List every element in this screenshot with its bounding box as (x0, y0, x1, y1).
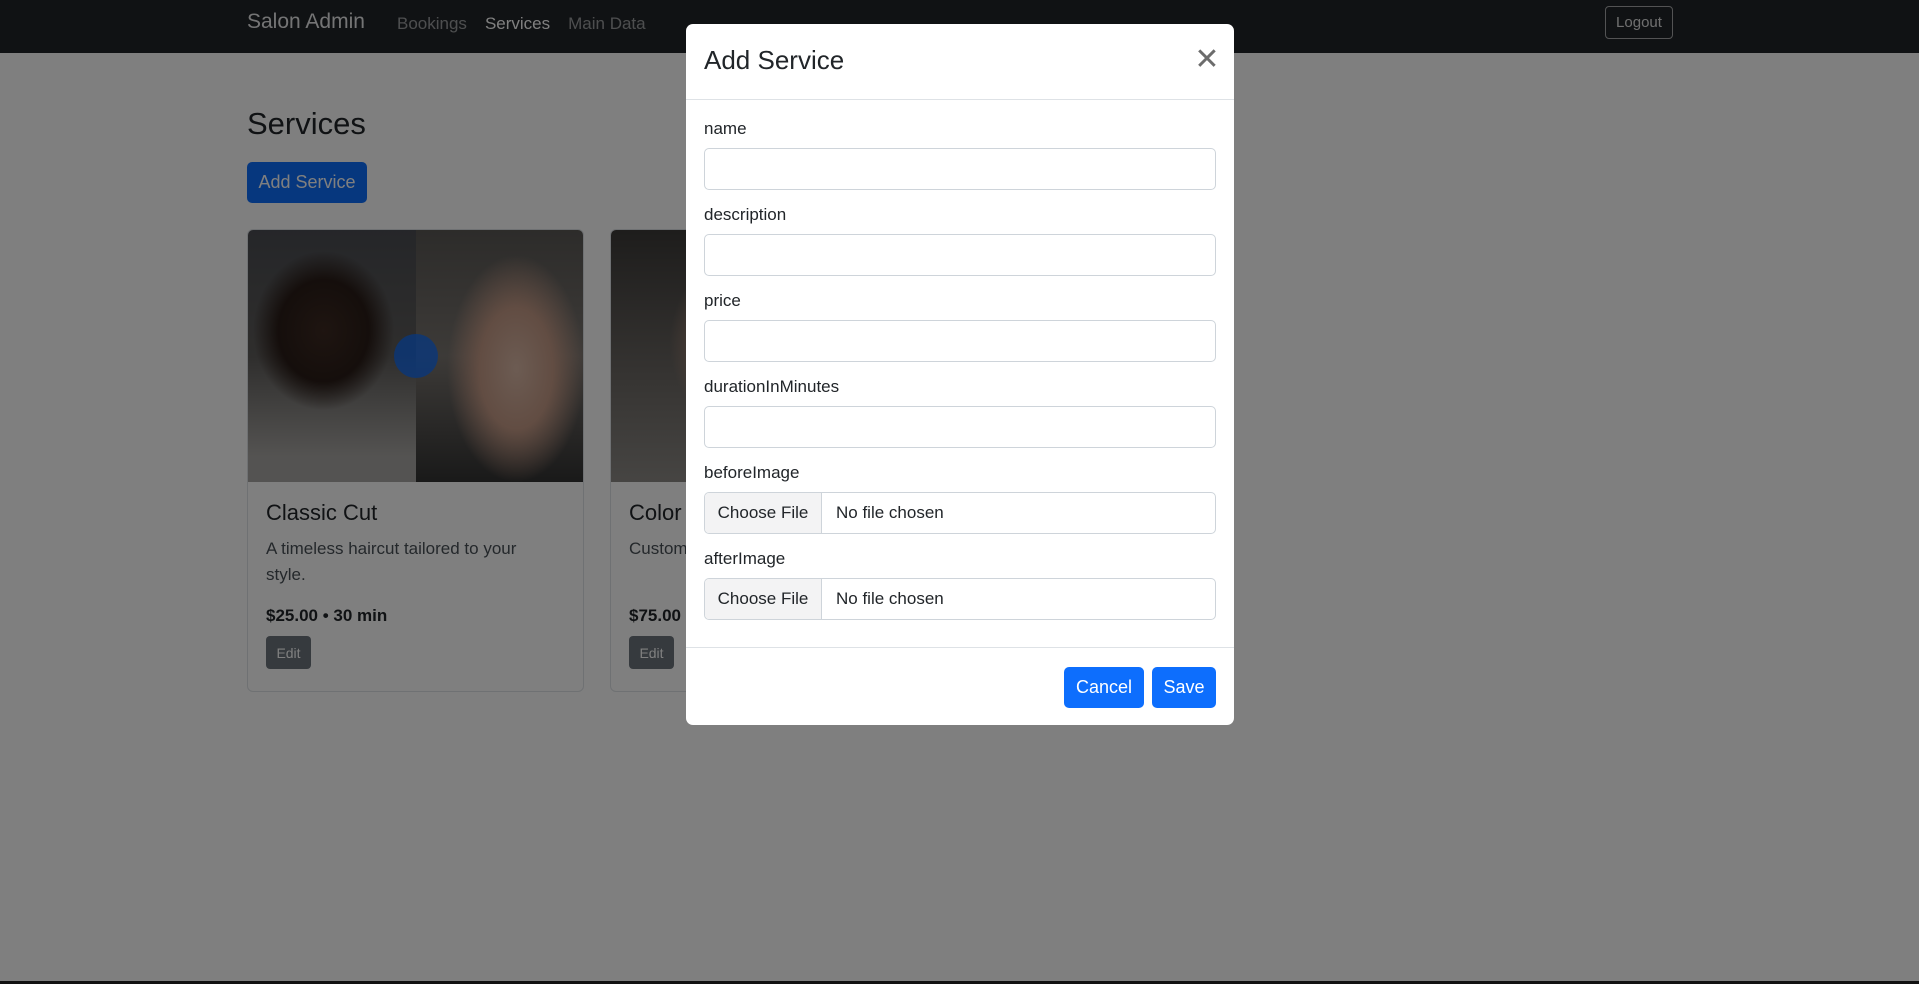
price-input[interactable] (704, 320, 1216, 362)
description-input[interactable] (704, 234, 1216, 276)
add-service-modal: Add Service ✕ name description price dur… (686, 24, 1234, 725)
before-image-choose-file-button[interactable]: Choose File (705, 493, 822, 533)
modal-footer: Cancel Save (686, 647, 1234, 725)
duration-label: durationInMinutes (704, 377, 840, 396)
before-image-file-status: No file chosen (836, 503, 944, 522)
save-button[interactable]: Save (1152, 667, 1216, 708)
after-image-file-status: No file chosen (836, 589, 944, 608)
after-image-label: afterImage (704, 549, 786, 568)
description-label: description (704, 205, 787, 224)
modal-title: Add Service (704, 45, 845, 75)
price-label: price (704, 291, 741, 310)
modal-header: Add Service ✕ (686, 24, 1234, 100)
close-icon[interactable]: ✕ (1194, 45, 1220, 75)
modal-body: name description price durationInMinutes… (686, 100, 1234, 620)
before-image-label: beforeImage (704, 463, 800, 482)
cancel-button[interactable]: Cancel (1064, 667, 1144, 708)
before-image-file-input[interactable]: Choose File No file chosen (704, 492, 1216, 534)
duration-input[interactable] (704, 406, 1216, 448)
name-input[interactable] (704, 148, 1216, 190)
name-label: name (704, 119, 747, 138)
after-image-choose-file-button[interactable]: Choose File (705, 579, 822, 619)
after-image-file-input[interactable]: Choose File No file chosen (704, 578, 1216, 620)
